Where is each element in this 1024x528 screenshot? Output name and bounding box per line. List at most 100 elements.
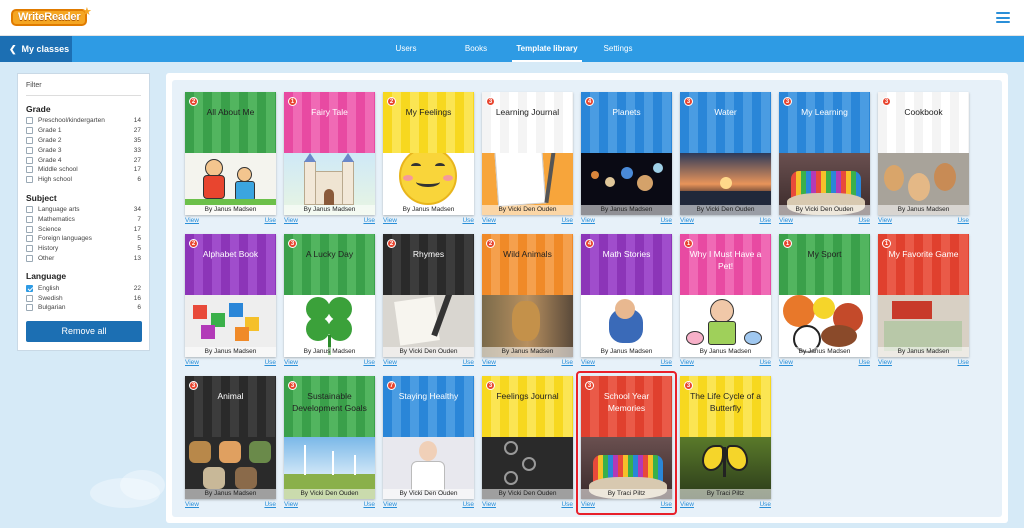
book-card[interactable]: 3 Water By Vicki Den Ouden View Use	[680, 92, 771, 224]
book-card[interactable]: 2 Rhymes By Vicki Den Ouden View Use	[383, 234, 474, 366]
book-card[interactable]: 3 Feelings Journal By Vicki Den Ouden Vi…	[482, 376, 573, 508]
checkbox[interactable]	[26, 146, 33, 154]
use-link[interactable]: Use	[759, 500, 771, 510]
view-link[interactable]: View	[680, 216, 694, 226]
checkbox[interactable]	[26, 304, 33, 312]
book-cover[interactable]: 4 Planets By Janus Madsen	[581, 92, 672, 215]
use-link[interactable]: Use	[561, 216, 573, 226]
use-link[interactable]: Use	[759, 216, 771, 226]
checkbox[interactable]	[26, 254, 33, 262]
view-link[interactable]: View	[185, 500, 199, 510]
checkbox[interactable]	[26, 215, 33, 223]
book-card[interactable]: 2 My Feelings By Janus Madsen View Use	[383, 92, 474, 224]
book-cover[interactable]: 3 A Lucky Day By Janus Madsen	[284, 234, 375, 357]
filter-option[interactable]: Other 13	[26, 254, 141, 264]
checkbox[interactable]	[26, 176, 33, 184]
book-cover[interactable]: 1 My Favorite Game By Janus Madsen	[878, 234, 969, 357]
view-link[interactable]: View	[878, 358, 892, 368]
checkbox[interactable]	[26, 294, 33, 302]
book-cover[interactable]: 7 Staying Healthy By Vicki Den Ouden	[383, 376, 474, 499]
book-cover[interactable]: 3 Feelings Journal By Vicki Den Ouden	[482, 376, 573, 499]
book-cover[interactable]: 1 Why I Must Have a Pet! By Janus Madsen	[680, 234, 771, 357]
book-card[interactable]: 4 Math Stories By Janus Madsen View Use	[581, 234, 672, 366]
checkbox[interactable]	[26, 284, 33, 292]
book-card[interactable]: 3 A Lucky Day By Janus Madsen View Use	[284, 234, 375, 366]
use-link[interactable]: Use	[660, 358, 672, 368]
filter-option[interactable]: Grade 1 27	[26, 126, 141, 136]
book-cover[interactable]: 2 All About Me By Janus Madsen	[185, 92, 276, 215]
hamburger-menu-icon[interactable]	[996, 12, 1010, 23]
book-cover[interactable]: 4 Math Stories By Janus Madsen	[581, 234, 672, 357]
writereader-logo[interactable]: WriteReader	[11, 9, 88, 26]
checkbox[interactable]	[26, 136, 33, 144]
book-cover[interactable]: 1 Fairy Tale By Janus Madsen	[284, 92, 375, 215]
filter-option[interactable]: Language arts 34	[26, 205, 141, 215]
book-cover[interactable]: 3 My Learning By Vicki Den Ouden	[779, 92, 870, 215]
filter-option[interactable]: Foreign languages 5	[26, 234, 141, 244]
view-link[interactable]: View	[383, 216, 397, 226]
checkbox[interactable]	[26, 166, 33, 174]
view-link[interactable]: View	[284, 500, 298, 510]
view-link[interactable]: View	[284, 358, 298, 368]
use-link[interactable]: Use	[264, 216, 276, 226]
my-classes-button[interactable]: ❮ My classes	[0, 36, 72, 62]
use-link[interactable]: Use	[660, 216, 672, 226]
book-cover[interactable]: 3 Learning Journal By Vicki Den Ouden	[482, 92, 573, 215]
book-card[interactable]: 1 My Sport By Janus Madsen View Use	[779, 234, 870, 366]
view-link[interactable]: View	[185, 358, 199, 368]
use-link[interactable]: Use	[759, 358, 771, 368]
filter-option[interactable]: High school 6	[26, 175, 141, 185]
filter-option[interactable]: Science 17	[26, 224, 141, 234]
tab-users[interactable]: Users	[384, 36, 428, 62]
book-card[interactable]: 7 Staying Healthy By Vicki Den Ouden Vie…	[383, 376, 474, 508]
book-cover[interactable]: 3 The Life Cycle of a Butterfly By Traci…	[680, 376, 771, 499]
filter-option[interactable]: Bulgarian 6	[26, 303, 141, 313]
use-link[interactable]: Use	[363, 500, 375, 510]
view-link[interactable]: View	[482, 358, 496, 368]
book-cover[interactable]: 2 Alphabet Book By Janus Madsen	[185, 234, 276, 357]
filter-option[interactable]: Grade 3 33	[26, 145, 141, 155]
use-link[interactable]: Use	[858, 216, 870, 226]
book-card[interactable]: 4 Planets By Janus Madsen View Use	[581, 92, 672, 224]
book-card[interactable]: 3 Sustainable Development Goals By Vicki…	[284, 376, 375, 508]
view-link[interactable]: View	[581, 358, 595, 368]
book-card[interactable]: 3 Learning Journal By Vicki Den Ouden Vi…	[482, 92, 573, 224]
use-link[interactable]: Use	[363, 358, 375, 368]
tab-template-library[interactable]: Template library	[512, 36, 582, 62]
remove-all-button[interactable]: Remove all	[26, 321, 142, 342]
checkbox[interactable]	[26, 245, 33, 253]
filter-option[interactable]: History 5	[26, 244, 141, 254]
tab-books[interactable]: Books	[454, 36, 498, 62]
book-card[interactable]: 3 Animal By Janus Madsen View Use	[185, 376, 276, 508]
book-cover[interactable]: 2 Rhymes By Vicki Den Ouden	[383, 234, 474, 357]
filter-option[interactable]: Middle school 17	[26, 165, 141, 175]
use-link[interactable]: Use	[264, 500, 276, 510]
use-link[interactable]: Use	[264, 358, 276, 368]
filter-option[interactable]: English 22	[26, 283, 141, 293]
use-link[interactable]: Use	[561, 500, 573, 510]
use-link[interactable]: Use	[561, 358, 573, 368]
view-link[interactable]: View	[680, 500, 694, 510]
view-link[interactable]: View	[383, 500, 397, 510]
use-link[interactable]: Use	[462, 500, 474, 510]
book-cover[interactable]: 3 Sustainable Development Goals By Vicki…	[284, 376, 375, 499]
checkbox[interactable]	[26, 127, 33, 135]
book-card[interactable]: 1 Why I Must Have a Pet! By Janus Madsen…	[680, 234, 771, 366]
book-cover[interactable]: 3 Animal By Janus Madsen	[185, 376, 276, 499]
use-link[interactable]: Use	[462, 216, 474, 226]
book-card[interactable]: 3 My Learning By Vicki Den Ouden View Us…	[779, 92, 870, 224]
filter-option[interactable]: Preschool/kindergarten 14	[26, 116, 141, 126]
checkbox[interactable]	[26, 205, 33, 213]
view-link[interactable]: View	[878, 216, 892, 226]
book-card[interactable]: 2 All About Me By Janus Madsen View Use	[185, 92, 276, 224]
book-cover[interactable]: 3 Cookbook By Janus Madsen	[878, 92, 969, 215]
book-cover[interactable]: 2 Wild Animals By Janus Madsen	[482, 234, 573, 357]
book-card[interactable]: 3 Cookbook By Janus Madsen View Use	[878, 92, 969, 224]
view-link[interactable]: View	[482, 216, 496, 226]
book-cover[interactable]: 3 Water By Vicki Den Ouden	[680, 92, 771, 215]
use-link[interactable]: Use	[957, 358, 969, 368]
filter-option[interactable]: Grade 2 35	[26, 136, 141, 146]
book-card[interactable]: 1 Fairy Tale By Janus Madsen View Use	[284, 92, 375, 224]
use-link[interactable]: Use	[957, 216, 969, 226]
use-link[interactable]: Use	[858, 358, 870, 368]
